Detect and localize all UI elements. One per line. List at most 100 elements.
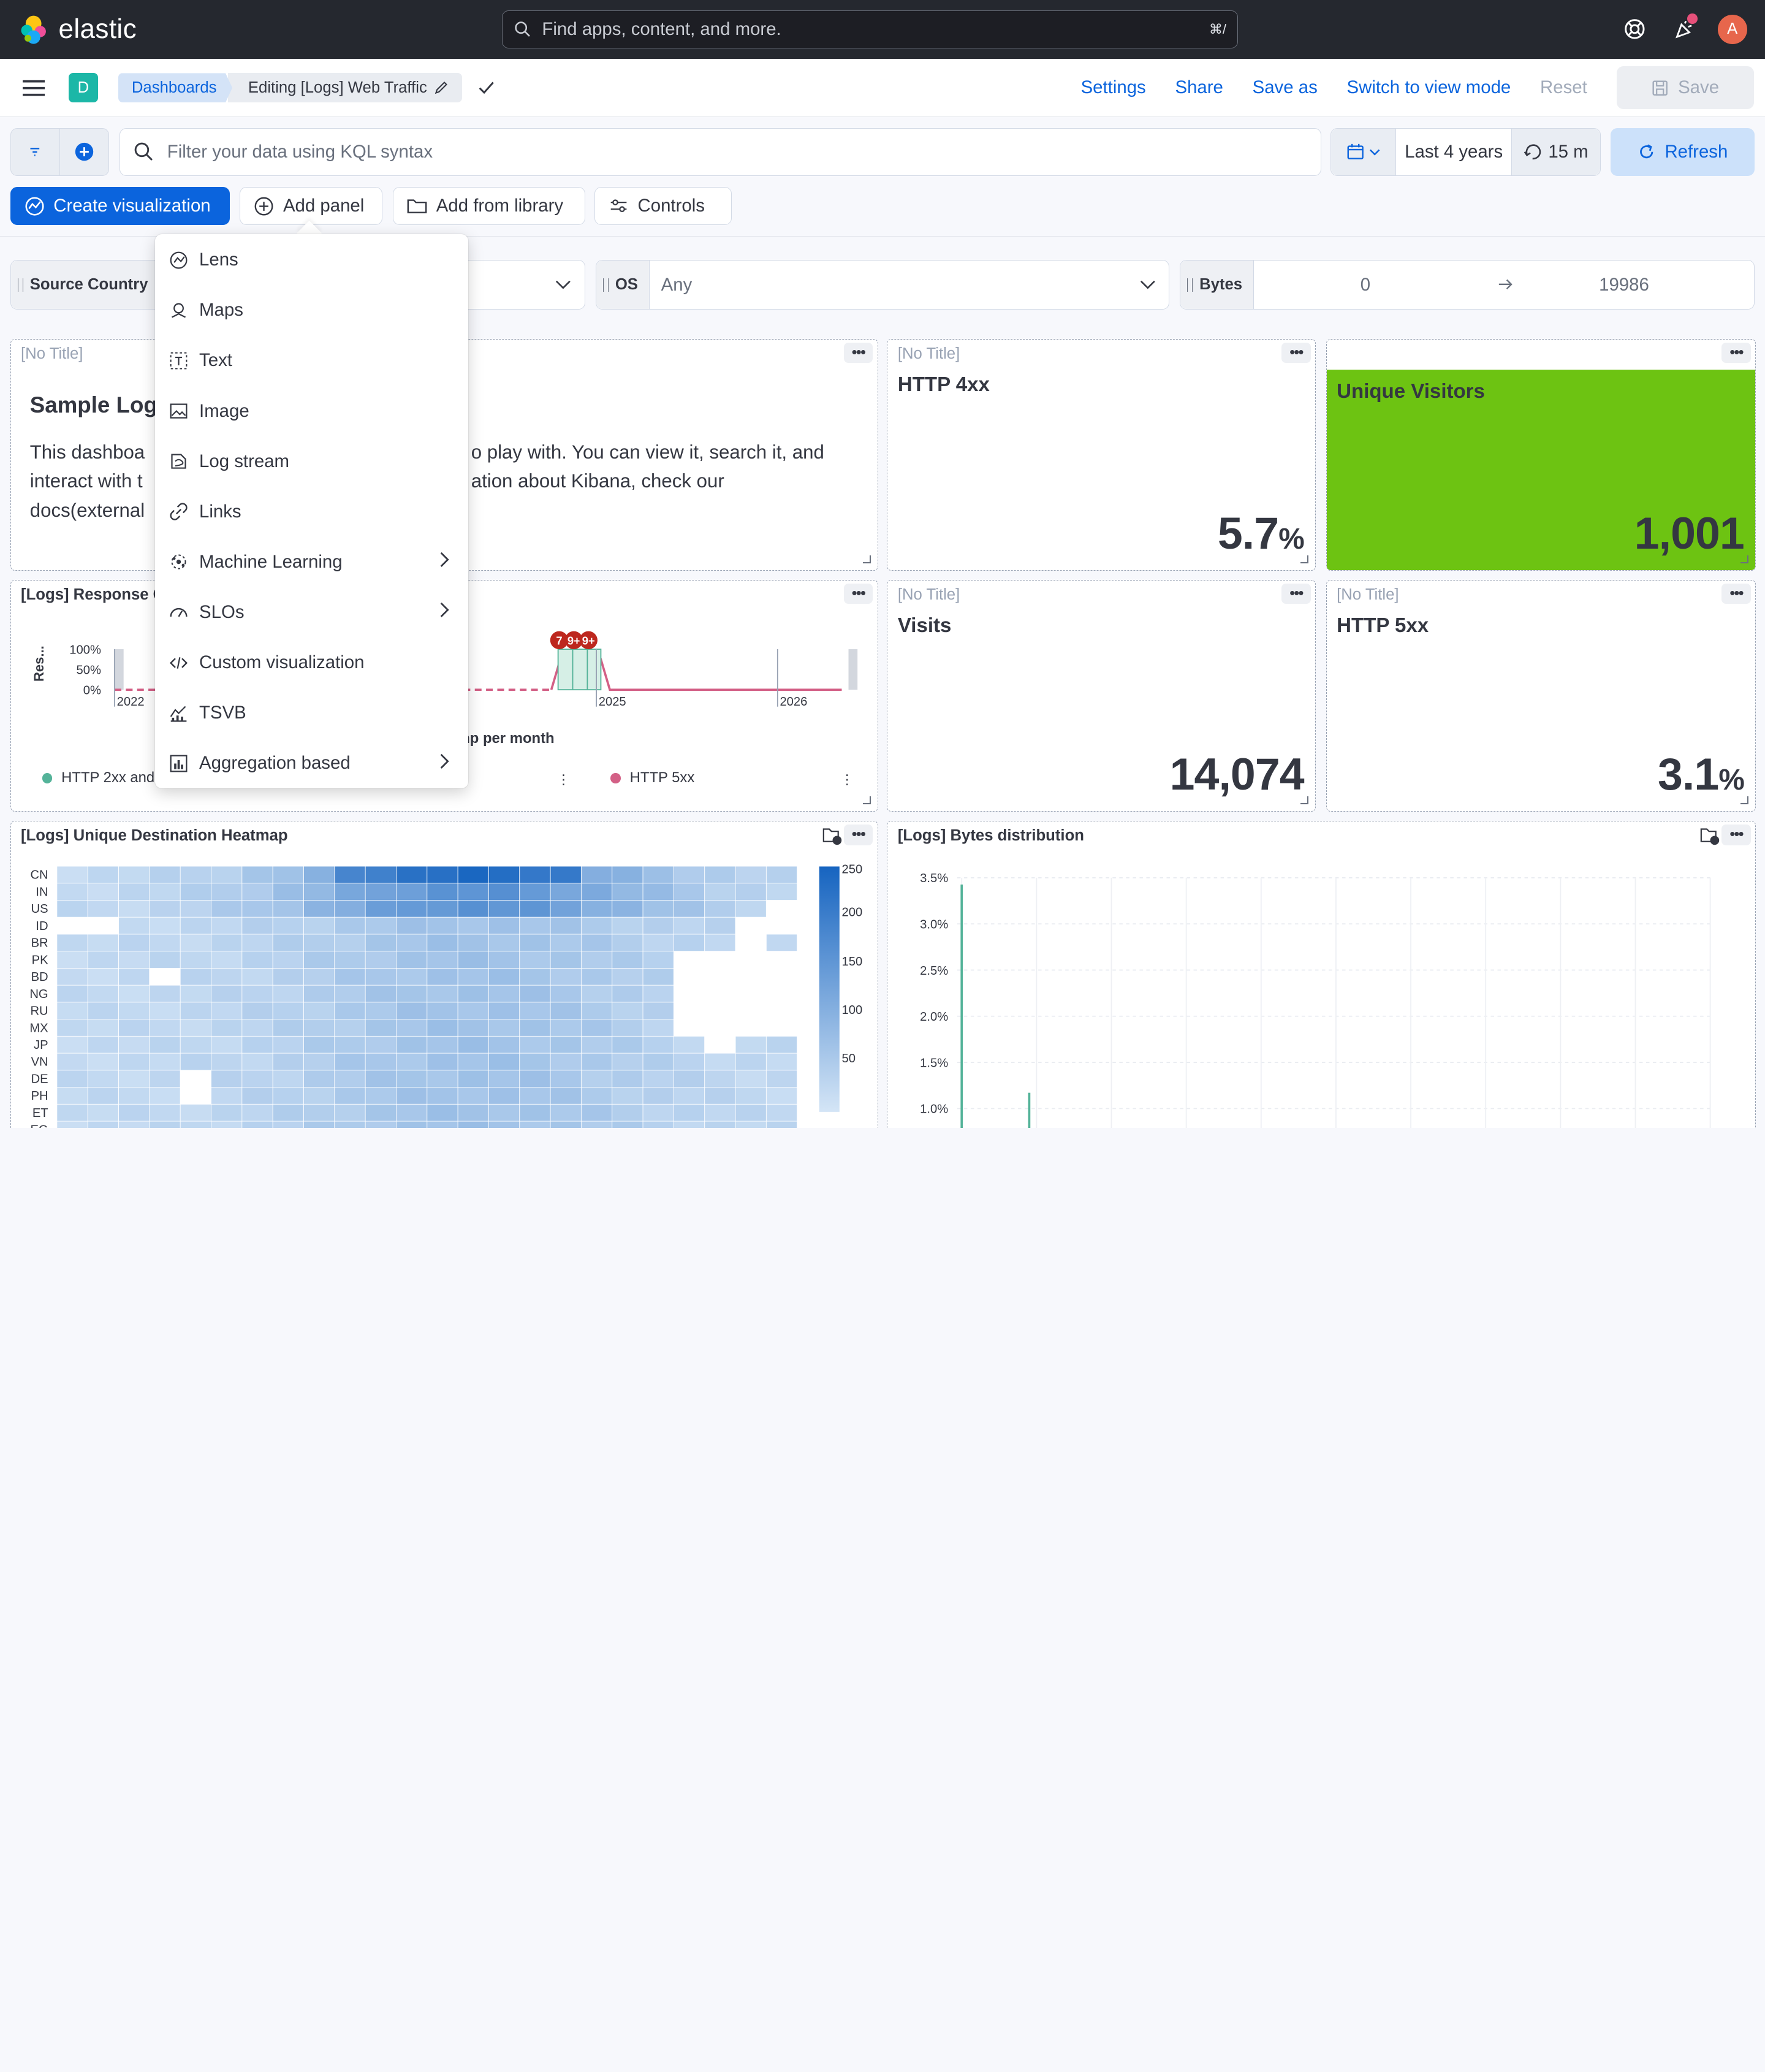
switch-view-mode-link[interactable]: Switch to view mode [1347,77,1511,98]
menu-item-machine-learning[interactable]: Machine Learning [155,539,468,584]
breadcrumb-dashboards[interactable]: Dashboards [118,73,233,103]
panel-resize-handle[interactable] [1740,555,1749,564]
bytes-label-text: Bytes [1199,276,1243,294]
heatmap-cell [766,883,797,900]
time-range-display[interactable]: Last 4 years [1396,129,1511,175]
legend-menu-icon[interactable]: ⋮ [840,772,854,788]
heatmap-cell [211,1002,241,1019]
global-search-input[interactable]: Find apps, content, and more. ⌘/ [502,10,1239,48]
markdown-text-right: o play with. You can view it, search it,… [471,438,824,497]
source-country-label: Source Country [10,261,160,310]
visits-metric-panel[interactable]: [No Title] ••• Visits 14,074 [887,579,1316,812]
heatmap-cell [56,1019,88,1036]
heatmap-cell [581,968,612,985]
menu-item-links[interactable]: Links [155,489,468,534]
heatmap-cell [334,1002,365,1019]
heatmap-row-label: RU [30,1004,48,1018]
heatmap-cell [704,1104,735,1121]
bytes-min[interactable]: 0 [1361,275,1370,295]
heatmap-cell [735,1104,766,1121]
legend-item-5xx[interactable]: HTTP 5xx [610,769,694,787]
menu-item-aggregation-based[interactable]: Aggregation based [155,741,468,786]
legend-menu-icon[interactable]: ⋮ [556,772,570,788]
panel-options-button[interactable]: ••• [1281,343,1311,364]
heatmap-cell [273,1087,303,1104]
heatmap-cell [643,1104,674,1121]
heatmap-cell [488,1121,519,1129]
elastic-logo[interactable]: elastic [18,13,137,45]
breadcrumb-current[interactable]: Editing [Logs] Web Traffic [227,73,462,103]
heatmap-cell [766,934,797,951]
menu-item-tsvb[interactable]: TSVB [155,690,468,735]
help-button[interactable] [1619,13,1650,45]
heatmap-row-label: DE [31,1072,48,1086]
heatmap-cell [149,866,180,883]
heatmap-cell [396,1104,427,1121]
panel-options-button[interactable]: ••• [843,343,873,364]
markdown-line: ation about Kibana, check our [471,470,724,492]
add-panel-button[interactable]: Add panel [240,186,383,226]
menu-item-custom-visualization[interactable]: Custom visualization [155,640,468,685]
os-control[interactable]: OS Any [595,260,1170,310]
refresh-icon [1640,144,1653,159]
menu-toggle-button[interactable] [22,79,45,102]
http-5xx-metric-panel[interactable]: [No Title] ••• HTTP 5xx 3.1% [1326,579,1756,812]
auto-refresh-button[interactable]: 15 m [1511,129,1600,175]
heatmap-cell [88,1070,118,1087]
news-feed-button[interactable] [1668,13,1699,45]
heatmap-cell [581,883,612,900]
heatmap-cell [396,917,427,934]
panel-resize-handle[interactable] [1300,555,1309,564]
heatmap-row-label: VN [31,1056,48,1069]
add-filter-button[interactable] [60,129,108,175]
menu-item-maps[interactable]: Maps [155,288,468,333]
unique-visitors-panel[interactable]: ••• Unique Visitors 1,001 [1326,338,1756,571]
filter-options-button[interactable] [11,129,60,175]
panel-options-button[interactable]: ••• [1281,584,1311,604]
menu-item-image[interactable]: Image [155,389,468,433]
save-button[interactable]: Save [1616,66,1754,110]
shaded-region [848,649,857,690]
destination-heatmap-panel[interactable]: [Logs] Unique Destination Heatmap ••• CN… [10,820,878,1129]
panel-resize-handle[interactable] [862,555,871,564]
heatmap-cell-empty [766,917,797,934]
bytes-max[interactable]: 19986 [1599,275,1649,295]
breadcrumb: Dashboards Editing [Logs] Web Traffic [118,73,462,103]
refresh-button[interactable]: Refresh [1611,128,1755,176]
confirm-title-button[interactable] [477,79,495,102]
controls-button[interactable]: Controls [594,186,732,226]
heatmap-cell [88,968,118,985]
menu-item-slos[interactable]: SLOs [155,590,468,634]
heatmap-cell [334,968,365,985]
kql-search-input[interactable]: Filter your data using KQL syntax [119,128,1322,176]
quick-select-button[interactable] [1330,129,1397,175]
heatmap-cell [427,1121,458,1129]
save-as-link[interactable]: Save as [1253,77,1318,98]
menu-item-log-stream[interactable]: Log stream [155,439,468,484]
bytes-distribution-panel[interactable]: [Logs] Bytes distribution ••• 3.5% 3.0% 2.… [887,820,1756,1129]
panel-options-button[interactable]: ••• [1721,343,1751,364]
reset-link[interactable]: Reset [1540,77,1587,98]
create-visualization-button[interactable]: Create visualization [10,186,230,226]
menu-item-text[interactable]: Text [155,338,468,383]
panel-resize-handle[interactable] [862,796,871,805]
user-avatar[interactable]: A [1717,14,1747,44]
heatmap-cell-empty [735,934,766,951]
panel-resize-handle[interactable] [1300,796,1309,805]
menu-item-lens[interactable]: Lens [155,238,468,283]
panel-options-button[interactable]: ••• [1721,584,1751,604]
http-4xx-metric-panel[interactable]: [No Title] ••• HTTP 4xx 5.7% [887,338,1316,571]
bytes-range-control[interactable]: Bytes 0 19986 [1179,260,1755,310]
legend-item-2xx[interactable]: HTTP 2xx and [42,769,154,787]
share-link[interactable]: Share [1175,77,1223,98]
panel-resize-handle[interactable] [1740,796,1749,805]
heatmap-cell [766,1087,797,1104]
heatmap-cell [458,917,488,934]
os-label-text: OS [615,276,638,294]
heatmap-cell [273,1019,303,1036]
heatmap-cell [211,866,241,883]
space-avatar[interactable]: D [69,73,98,103]
heatmap-row-label: IN [36,885,48,899]
add-from-library-button[interactable]: Add from library [393,186,586,226]
settings-link[interactable]: Settings [1081,77,1146,98]
